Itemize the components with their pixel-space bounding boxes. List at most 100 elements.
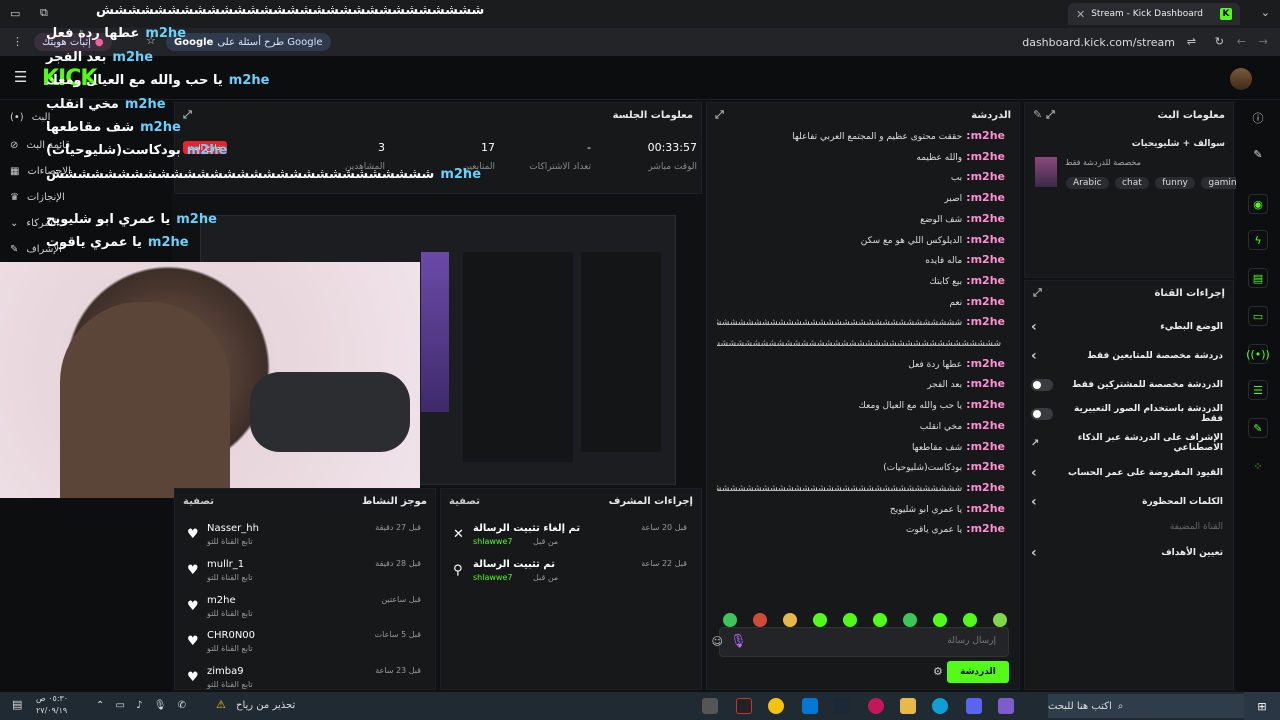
- chat-message[interactable]: m2he:بعد الفجر: [717, 377, 1005, 390]
- chat-username[interactable]: m2he:: [966, 357, 1005, 370]
- tag[interactable]: Arabic: [1066, 177, 1109, 189]
- emote-icon[interactable]: [933, 613, 947, 627]
- copilot-icon[interactable]: [998, 698, 1014, 714]
- chat-bubble-icon[interactable]: ▭: [1248, 306, 1268, 326]
- chat-message[interactable]: m2he:بب: [717, 170, 1005, 183]
- taskview-icon[interactable]: ▭: [10, 7, 20, 20]
- expand-icon[interactable]: ⤢ ✎: [1033, 108, 1055, 122]
- chat-username[interactable]: m2he:: [966, 150, 1005, 163]
- avatar[interactable]: [1230, 68, 1252, 90]
- chat-send-button[interactable]: الدردشة: [947, 661, 1009, 683]
- verify-identity-pill[interactable]: إثبات هويتك ●: [34, 33, 112, 51]
- chat-message[interactable]: m2he:بودكاست(شليوحيات): [717, 460, 1005, 473]
- chat-username[interactable]: m2he:: [966, 191, 1005, 204]
- layout-icon[interactable]: ☰: [1248, 380, 1268, 400]
- emote-icon[interactable]: [783, 613, 797, 627]
- chat-message[interactable]: m2he:ششششششششششششششششششششششششششششششششششش…: [717, 315, 1005, 328]
- sidebar-item-achievements[interactable]: ♛ الإنجازات: [10, 192, 65, 203]
- kick-logo[interactable]: KICK: [42, 66, 97, 91]
- toggle-switch[interactable]: [1031, 379, 1053, 391]
- chat-username[interactable]: m2he:: [966, 233, 1005, 246]
- emote-icon[interactable]: [993, 613, 1007, 627]
- chat-message[interactable]: m2he:يا عمري ياقوت: [717, 522, 1005, 535]
- chat-message[interactable]: m2he:يا حب والله مع العيال ومعك: [717, 398, 1005, 411]
- chat-message[interactable]: m2he:اصبر: [717, 191, 1005, 204]
- opera-icon[interactable]: [868, 698, 884, 714]
- tray-icons[interactable]: ⌃ ▭ ♪ 🎙 ✆: [96, 700, 190, 711]
- document-icon[interactable]: ▤: [1248, 268, 1268, 288]
- toggle-switch[interactable]: [1031, 408, 1053, 420]
- pencil-icon[interactable]: ✎: [1248, 144, 1268, 164]
- obs-icon[interactable]: [736, 698, 752, 714]
- emote-icon[interactable]: [963, 613, 977, 627]
- emote-icon[interactable]: [843, 613, 857, 627]
- emote-icon[interactable]: [873, 613, 887, 627]
- filter-button[interactable]: تصفية: [183, 496, 214, 507]
- filter-button[interactable]: تصفية: [449, 496, 480, 507]
- more-icon[interactable]: ⁘: [1248, 456, 1268, 476]
- edge-icon[interactable]: [932, 698, 948, 714]
- steam-icon[interactable]: [834, 698, 850, 714]
- menu-dots-icon[interactable]: ⋮: [12, 35, 23, 48]
- setting-subscribers-only[interactable]: الدردشة مخصصة للمشتركين فقط: [1031, 373, 1223, 397]
- sidebar-item-stream-list[interactable]: ⊘ قائمة البث: [10, 140, 70, 151]
- chat-username[interactable]: m2he:: [966, 502, 1005, 515]
- chat-input[interactable]: إرسال رسالة 🎙 ☺: [712, 627, 1009, 657]
- bolt-icon[interactable]: ϟ: [1248, 230, 1268, 250]
- setting-slow-mode[interactable]: الوضع البطيء ›: [1031, 315, 1223, 339]
- chat-username[interactable]: m2he:: [966, 170, 1005, 183]
- chrome-icon[interactable]: [768, 698, 784, 714]
- expand-icon[interactable]: ⤢: [715, 108, 724, 122]
- info-icon[interactable]: ⓘ: [1248, 108, 1268, 128]
- chat-username[interactable]: m2he:: [966, 481, 1005, 494]
- wrench-icon[interactable]: ✎: [1248, 418, 1268, 438]
- list-item[interactable]: ♥ mullr_1 تابع القناة للتو قبل 28 دقيقة: [183, 559, 427, 589]
- chat-message[interactable]: m2he:الديلوكس اللي هو مع سكن: [717, 233, 1005, 246]
- chat-message[interactable]: m2he:شف مقاطعها: [717, 440, 1005, 453]
- forward-icon[interactable]: →: [1259, 35, 1268, 48]
- expand-icon[interactable]: ⤢: [183, 108, 192, 122]
- broadcast-icon[interactable]: ((•)): [1246, 344, 1270, 364]
- chat-username[interactable]: m2he:: [966, 460, 1005, 473]
- back-icon[interactable]: ←: [1237, 35, 1246, 48]
- sidebar-item-stream[interactable]: (•) البث: [10, 112, 50, 123]
- list-item[interactable]: ♥ CHR0N00 تابع القناة للتو قبل 5 ساعات: [183, 630, 427, 660]
- chat-username[interactable]: m2he:: [966, 440, 1005, 453]
- chat-username[interactable]: m2he:: [966, 295, 1005, 308]
- notification-icon[interactable]: ▤: [12, 698, 22, 711]
- outlook-icon[interactable]: [802, 698, 818, 714]
- weather-text[interactable]: تحذير من رياح: [236, 700, 295, 711]
- chat-message[interactable]: m2he:مخي انقلب: [717, 419, 1005, 432]
- gear-icon[interactable]: ⚙: [933, 665, 943, 678]
- chat-username[interactable]: m2he:: [966, 377, 1005, 390]
- chat-username[interactable]: m2he:: [966, 398, 1005, 411]
- chat-message[interactable]: m2he:نعم: [717, 295, 1005, 308]
- expand-icon[interactable]: ⤢: [1033, 286, 1042, 300]
- chat-message[interactable]: m2he:شف الوضع: [717, 212, 1005, 225]
- list-item[interactable]: ♥ Nasser_hh تابع القناة للتو قبل 27 دقيقة: [183, 523, 427, 553]
- chat-message[interactable]: شششششششششششششششششششششششششششششششششششششششش…: [717, 336, 1005, 349]
- setting-ai-moderation[interactable]: الإشراف على الدردشة عبر الذكاء الاصطناعي…: [1031, 431, 1223, 455]
- discord-icon[interactable]: [966, 698, 982, 714]
- tag[interactable]: funny: [1155, 177, 1195, 189]
- emote-icon[interactable]: [903, 613, 917, 627]
- list-item[interactable]: ♥ m2he تابع القناة للتو قبل ساعتين: [183, 595, 427, 625]
- chat-username[interactable]: m2he:: [966, 212, 1005, 225]
- hamburger-icon[interactable]: ☰: [14, 68, 27, 86]
- start-icon[interactable]: ⊞: [1244, 692, 1280, 720]
- chat-username[interactable]: m2he:: [966, 129, 1005, 142]
- url-text[interactable]: dashboard.kick.com/stream: [1022, 36, 1175, 49]
- tag[interactable]: chat: [1115, 177, 1149, 189]
- setting-followers-only[interactable]: دردشة مخصصة للمتابعين فقط ›: [1031, 344, 1223, 368]
- taskview-icon[interactable]: [702, 698, 718, 714]
- list-item[interactable]: ✕ تم إلغاء تثبيت الرسالة shlawwe7 من قبل…: [449, 523, 693, 553]
- chat-message[interactable]: m2he:عطها ردة فعل: [717, 357, 1005, 370]
- chat-username[interactable]: m2he:: [966, 253, 1005, 266]
- sidebar-item-partners[interactable]: ⌄ الشركاء: [10, 218, 59, 229]
- chat-username[interactable]: m2he:: [966, 419, 1005, 432]
- chat-message[interactable]: m2he:حققت محتوى عظيم و المجتمع العربي تف…: [717, 129, 1005, 142]
- setting-goals[interactable]: تعيين الأهداف ›: [1031, 541, 1223, 565]
- chat-username[interactable]: m2he:: [966, 315, 1005, 328]
- list-item[interactable]: ⚲ تم تثبيت الرسالة shlawwe7 من قبل قبل 2…: [449, 559, 693, 589]
- chat-message[interactable]: m2he:ششششششششششششششششششششششششششششششششششش…: [717, 481, 1005, 494]
